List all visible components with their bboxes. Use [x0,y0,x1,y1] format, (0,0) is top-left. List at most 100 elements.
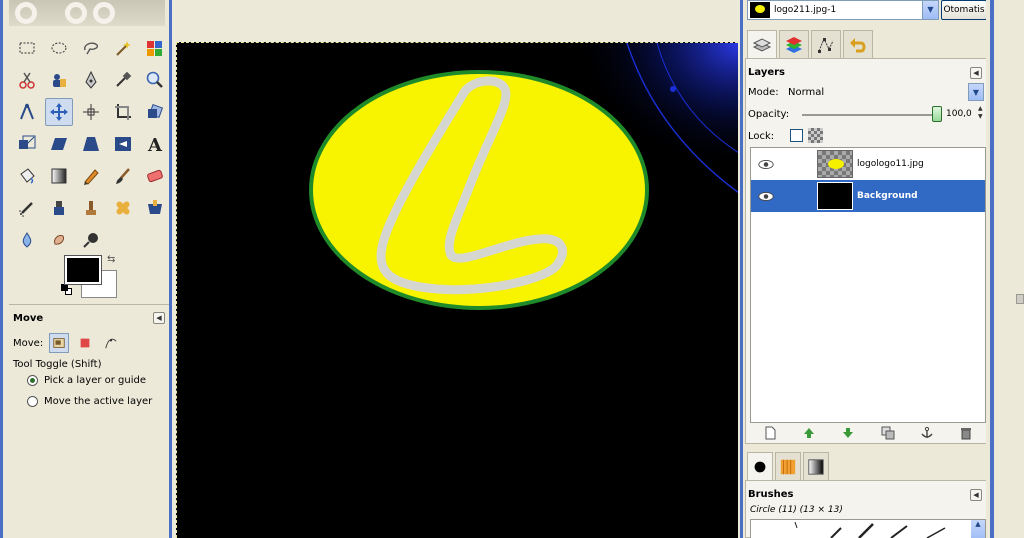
color-area: ⇆ [61,252,121,298]
foreground-select-icon[interactable] [45,66,73,94]
swap-colors-icon[interactable]: ⇆ [107,254,115,265]
anchor-layer-icon[interactable] [920,426,934,443]
panel-menu-icon[interactable]: ◀ [970,489,982,501]
move-selection-icon[interactable] [75,333,95,353]
foreground-color-swatch[interactable] [64,255,102,285]
image-thumbnail [750,2,770,18]
panel-menu-icon[interactable]: ◀ [153,312,165,324]
opacity-value[interactable]: 100,0 [946,109,972,119]
layer-actions-bar [750,425,986,443]
raise-layer-icon[interactable] [802,426,816,443]
align-icon[interactable] [77,98,105,126]
text-icon[interactable]: A [141,130,169,158]
default-colors-icon[interactable] [61,284,73,296]
lock-alpha-checkbox[interactable] [790,129,803,142]
blur-icon[interactable] [13,226,41,254]
tab-channels[interactable] [779,30,809,58]
layer-thumbnail [817,150,853,178]
chevron-down-icon[interactable]: ▼ [922,1,938,19]
measure-icon[interactable] [13,98,41,126]
rotate-icon[interactable] [141,98,169,126]
tool-grid: A [13,34,173,258]
toolbox-window: A ⇆ Move ◀ Move: Tool Toggle (Shift) Pic… [0,0,172,538]
crop-icon[interactable] [109,98,137,126]
mode-select[interactable]: Normal ▼ [784,83,984,101]
zoom-icon[interactable] [141,66,169,94]
layer-thumbnail [817,182,853,210]
ink-icon[interactable] [45,194,73,222]
eraser-icon[interactable] [141,162,169,190]
panel-menu-icon[interactable]: ◀ [970,67,982,79]
opacity-slider-track[interactable] [802,114,936,116]
brush-circle-icon [754,461,766,472]
move-mode-row: Move: [13,333,121,353]
scrollbar-fragment[interactable] [1016,294,1024,304]
image-menu-label: logo211.jpg-1 [774,5,837,15]
opacity-spin-icon[interactable]: ▲ ▼ [978,105,983,121]
select-by-color-icon[interactable] [141,34,169,62]
paths-icon[interactable] [77,66,105,94]
opacity-slider-handle[interactable] [932,106,942,122]
layer-name[interactable]: Background [857,191,918,201]
move-icon[interactable] [45,98,73,126]
tab-patterns[interactable] [775,452,801,480]
ellipse-select-icon[interactable] [45,34,73,62]
layer-row-background[interactable]: Background [751,180,985,212]
lower-layer-icon[interactable] [841,426,855,443]
move-layer-icon[interactable] [49,333,70,353]
chevron-down-icon[interactable]: ▼ [968,83,984,101]
heal-icon[interactable] [109,194,137,222]
image-menu-select[interactable]: logo211.jpg-1 ▼ [747,0,939,20]
auto-button[interactable]: Otomatis [941,0,987,20]
radio-move-active-layer[interactable]: Move the active layer [27,396,152,407]
fuzzy-select-icon[interactable] [109,34,137,62]
eye-icon[interactable] [751,191,781,202]
selected-brush-name: Circle (11) (13 × 13) [750,505,843,515]
banner-ring [93,2,115,24]
paintbrush-icon[interactable] [109,162,137,190]
perspective-icon[interactable] [77,130,105,158]
image-window [172,0,740,538]
brush-scroll-up-icon[interactable]: ▲ [971,520,985,538]
tab-brushes[interactable] [747,452,773,480]
new-layer-icon[interactable] [763,426,777,443]
free-select-icon[interactable] [77,34,105,62]
image-canvas[interactable] [176,42,738,538]
airbrush-icon[interactable] [13,194,41,222]
layer-list: logologo11.jpg Background [750,147,986,423]
tab-paths[interactable] [811,30,841,58]
smudge-icon[interactable] [45,226,73,254]
duplicate-layer-icon[interactable] [881,426,895,443]
dock-tab-bar [747,30,873,58]
perspective-clone-icon[interactable] [141,194,169,222]
mode-value: Normal [788,86,825,98]
pencil-icon[interactable] [77,162,105,190]
layer-row-logologo11[interactable]: logologo11.jpg [751,148,985,180]
shear-icon[interactable] [45,130,73,158]
radio-label: Move the active layer [44,396,153,407]
blend-icon[interactable] [45,162,73,190]
channels-icon [786,36,802,53]
banner-ring [65,2,87,24]
dodge-burn-icon[interactable] [77,226,105,254]
layers-title: Layers [748,67,785,78]
tab-gradients[interactable] [803,452,829,480]
radio-pick-layer[interactable]: Pick a layer or guide [27,375,146,386]
clone-icon[interactable] [77,194,105,222]
radio-button[interactable] [27,375,38,386]
eye-icon[interactable] [751,159,781,170]
light-dot [670,86,676,92]
move-path-icon[interactable] [101,333,121,353]
scissors-icon[interactable] [13,66,41,94]
rect-select-icon[interactable] [13,34,41,62]
layer-name[interactable]: logologo11.jpg [857,159,924,169]
flip-icon[interactable] [109,130,137,158]
radio-button[interactable] [27,396,38,407]
tab-undo-history[interactable] [843,30,873,58]
bucket-fill-icon[interactable] [13,162,41,190]
brush-grid[interactable]: ▲ [750,519,986,538]
tab-layers[interactable] [747,30,777,58]
delete-layer-icon[interactable] [959,426,973,443]
scale-icon[interactable] [13,130,41,158]
color-picker-icon[interactable] [109,66,137,94]
